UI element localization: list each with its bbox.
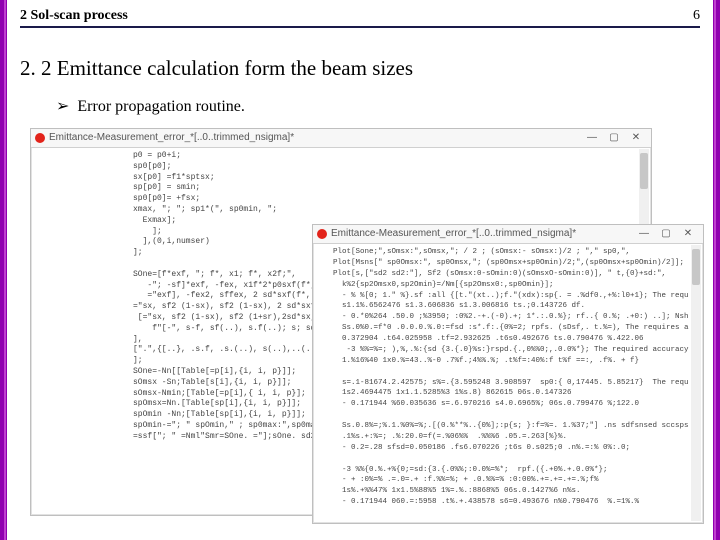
close-button[interactable]: ✕ [677, 229, 699, 239]
bullet-text: Error propagation routine. [77, 98, 245, 115]
frame-left [0, 0, 7, 540]
titlebar-b: Emittance-Measurement_error_*[..0..trimm… [313, 225, 703, 244]
bullet-line: ➢ Error propagation routine. [56, 96, 245, 116]
bullet-marker-icon: ➢ [56, 98, 69, 115]
frame-right [713, 0, 720, 540]
window-title-b: Emittance-Measurement_error_*[..0..trimm… [331, 229, 576, 239]
scrollbar-b[interactable] [691, 245, 701, 521]
minimize-button[interactable]: — [581, 133, 603, 143]
slide: 2 Sol-scan process 6 2. 2 Emittance calc… [0, 0, 720, 540]
titlebar-a: Emittance-Measurement_error_*[..0..trimm… [31, 129, 651, 148]
app-icon [317, 229, 327, 239]
maximize-button[interactable]: ▢ [603, 133, 625, 143]
maximize-button[interactable]: ▢ [655, 229, 677, 239]
window-title-a: Emittance-Measurement_error_*[..0..trimm… [49, 133, 294, 143]
close-button[interactable]: ✕ [625, 133, 647, 143]
slide-header: 2 Sol-scan process 6 [20, 8, 700, 28]
header-title: 2 Sol-scan process [20, 8, 128, 24]
scroll-thumb[interactable] [692, 249, 700, 285]
app-icon [35, 133, 45, 143]
code-block-b: Plot[Sone;",sOmsx:",sOmsx,"; / 2 ; (sOms… [333, 247, 689, 519]
section-heading: 2. 2 Emittance calculation form the beam… [20, 56, 413, 81]
minimize-button[interactable]: — [633, 229, 655, 239]
screenshot-window-b: Emittance-Measurement_error_*[..0..trimm… [312, 224, 704, 524]
page-number: 6 [693, 8, 700, 24]
scroll-thumb[interactable] [640, 153, 648, 189]
